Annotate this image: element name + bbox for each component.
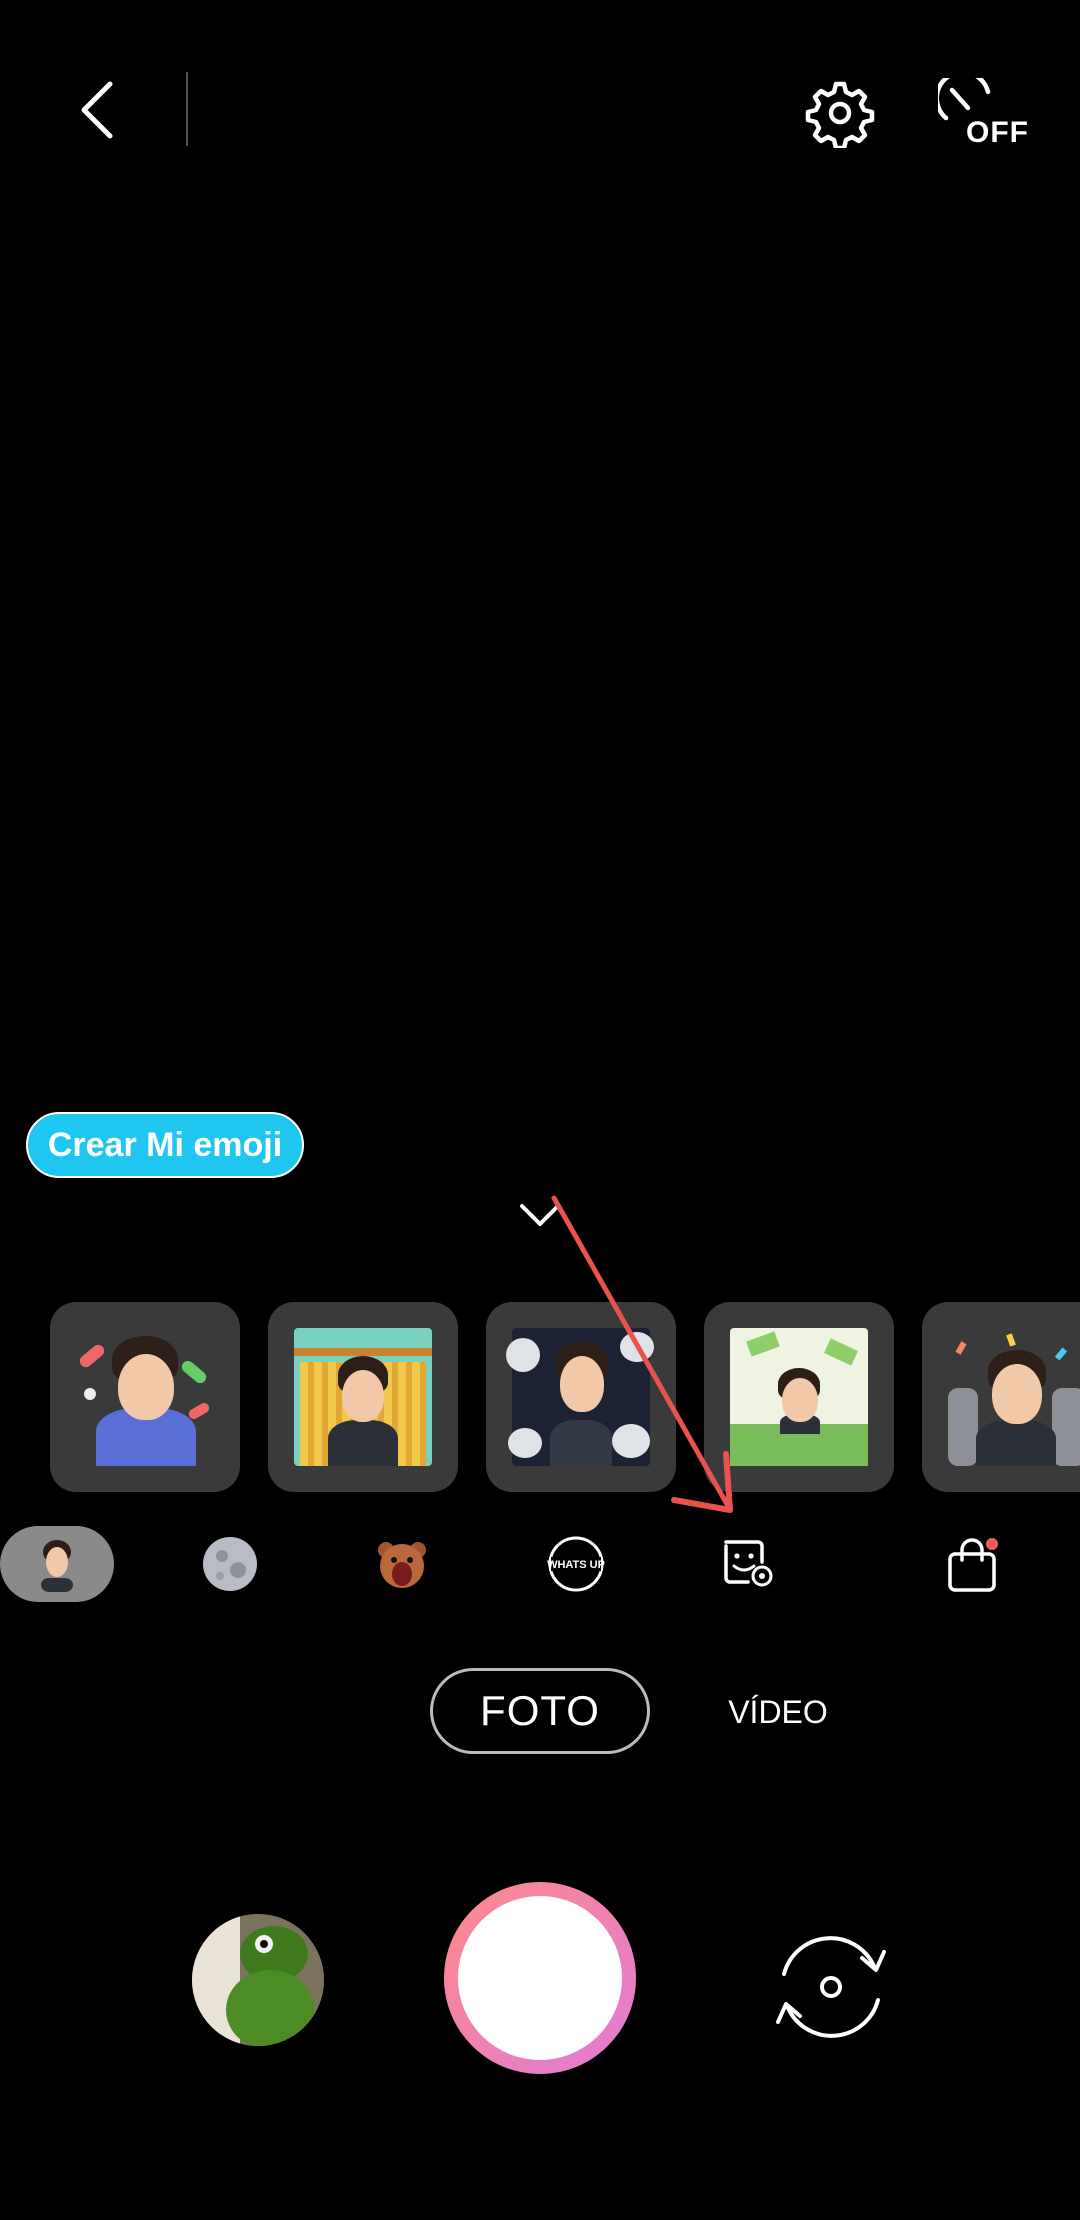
sticker-image — [948, 1328, 1080, 1466]
gear-icon — [805, 81, 875, 151]
category-bar: WHATS UP — [0, 1526, 1080, 1602]
chevron-down-icon — [520, 1204, 560, 1226]
sticker-celebrate[interactable] — [922, 1302, 1080, 1492]
mode-photo[interactable]: FOTO — [430, 1668, 650, 1754]
sticker-image — [76, 1328, 214, 1466]
switch-camera-button[interactable] — [766, 1922, 896, 2052]
sticker-clouds[interactable] — [486, 1302, 676, 1492]
shutter-button[interactable] — [444, 1882, 636, 2074]
gallery-thumbnail[interactable] — [192, 1914, 324, 2046]
category-moon[interactable] — [190, 1526, 270, 1602]
settings-button[interactable] — [805, 78, 875, 151]
gallery-image — [192, 1914, 324, 2046]
moon-icon — [203, 1537, 257, 1591]
collapse-button[interactable] — [514, 1196, 566, 1236]
avatar-icon — [41, 1540, 73, 1592]
bear-icon — [378, 1542, 426, 1588]
category-bear[interactable] — [362, 1526, 442, 1602]
timer-button[interactable]: OFF — [938, 78, 1028, 149]
category-sticker-settings[interactable] — [708, 1526, 788, 1602]
switch-camera-icon — [776, 1936, 886, 2038]
category-whats-up[interactable]: WHATS UP — [536, 1526, 616, 1602]
shutter-inner — [458, 1896, 622, 2060]
sticker-settings-icon — [724, 1540, 773, 1587]
sticker-image — [294, 1328, 432, 1466]
sticker-money[interactable] — [704, 1302, 894, 1492]
notification-dot — [986, 1538, 998, 1550]
sticker-image — [730, 1328, 868, 1466]
category-my-emoji[interactable] — [0, 1526, 114, 1602]
svg-text:WHATS UP: WHATS UP — [547, 1559, 605, 1571]
shopping-bag-icon — [948, 1538, 998, 1592]
sticker-pills[interactable] — [50, 1302, 240, 1492]
timer-label: OFF — [966, 116, 1029, 149]
whats-up-icon: WHATS UP — [547, 1536, 605, 1592]
sticker-image — [506, 1328, 654, 1466]
sticker-noodles[interactable] — [268, 1302, 458, 1492]
mode-video[interactable]: VÍDEO — [700, 1688, 856, 1736]
top-divider — [186, 72, 188, 146]
chevron-left-icon — [81, 81, 113, 139]
create-my-emoji-button[interactable]: Crear Mi emoji — [26, 1112, 304, 1178]
category-store[interactable] — [932, 1526, 1012, 1602]
back-button[interactable] — [70, 80, 130, 140]
